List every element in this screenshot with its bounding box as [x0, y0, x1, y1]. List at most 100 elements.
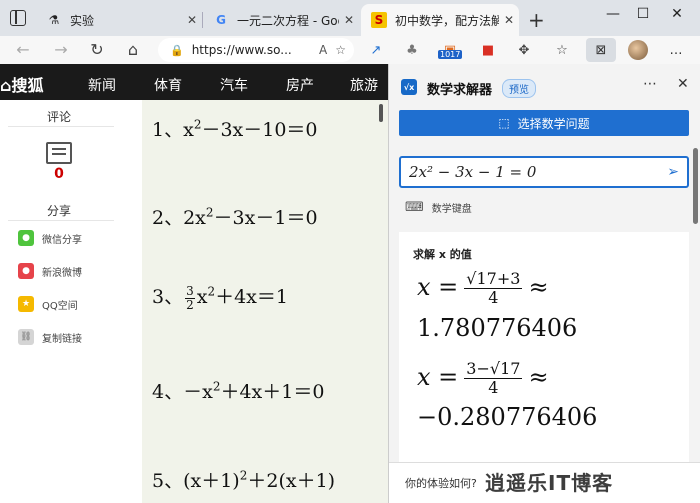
extension-red-icon[interactable]: ■ — [478, 40, 498, 60]
back-button[interactable]: ← — [12, 40, 34, 59]
more-options-icon[interactable]: ⋯ — [643, 76, 657, 92]
web-page: ⌂搜狐 新闻 体育 汽车 房产 旅游 评论 0 分享 ● 微信分享 ● 新浪微博… — [0, 64, 388, 503]
extension-chart-icon[interactable]: ↗ — [366, 40, 386, 60]
math-solver-logo-icon: √x — [401, 79, 417, 95]
flask-icon: ⚗ — [48, 13, 60, 27]
equation-exponent: 2 — [207, 284, 216, 299]
equation-1: 1、x2－3x－10＝0 — [152, 115, 318, 142]
weibo-icon: ● — [18, 263, 34, 279]
pane-scrollbar[interactable] — [693, 148, 698, 224]
sohu-nav-bar: ⌂搜狐 新闻 体育 汽车 房产 旅游 — [0, 64, 388, 100]
crop-select-icon: ⬚ — [498, 116, 510, 130]
tab-title: 初中数学，配方法解一元 — [395, 13, 499, 28]
equation-term: x — [183, 119, 194, 141]
sohu-icon: S — [371, 12, 387, 28]
address-bar[interactable]: 🔒 https://www.so... A ☆ — [158, 38, 354, 62]
divider — [8, 220, 114, 221]
close-icon[interactable]: ✕ — [677, 76, 689, 92]
select-button-label: 选择数学问题 — [517, 116, 590, 131]
extension-badge: 1017 — [438, 50, 463, 59]
solution-2-value: −0.280776406 — [417, 403, 598, 431]
equation-number: 3、 — [152, 286, 184, 308]
close-icon[interactable]: ✕ — [182, 13, 202, 27]
share-qzone[interactable]: ★ QQ空间 — [18, 296, 78, 312]
equation-term: －3x－10＝0 — [201, 119, 318, 141]
lock-icon[interactable]: 🔒 — [170, 44, 184, 57]
equation-3: 3、 3 2 x2＋4x＝1 — [152, 282, 288, 312]
keyboard-label: 数学键盘 — [431, 204, 472, 215]
more-menu-icon[interactable]: … — [666, 40, 686, 60]
solution-1-formula: x = √17+3 4 ≈ — [417, 269, 549, 307]
home-button[interactable]: ⌂ — [122, 40, 144, 59]
tab-sohu-active[interactable]: S 初中数学，配方法解一元 ✕ — [361, 4, 519, 36]
page-scrollbar[interactable] — [379, 104, 383, 122]
favorites-icon[interactable]: ☆ — [552, 40, 572, 60]
solution-1-numerator: √17+3 — [464, 269, 523, 289]
refresh-button[interactable]: ↻ — [86, 40, 108, 59]
nav-item-auto[interactable]: 汽车 — [220, 75, 248, 95]
extension-puzzle-gray-icon[interactable]: ♣ — [402, 40, 422, 60]
equation-number: 5、 — [152, 470, 184, 492]
address-toolbar: ← → ↻ ⌂ 🔒 https://www.so... A ☆ ↗ ♣ ▣ 10… — [0, 36, 700, 64]
keyboard-icon: ⌨ — [405, 200, 424, 215]
comment-label: 评论 — [46, 110, 71, 124]
tab-strip: ⚗ 实验 ✕ G 一元二次方程 - Google 搜 ✕ S 初中数学，配方法解… — [0, 0, 700, 36]
select-math-problem-button[interactable]: ⬚ 选择数学问题 — [399, 110, 689, 136]
equation-number: 2、 — [152, 207, 184, 229]
sohu-logo[interactable]: ⌂搜狐 — [0, 72, 43, 96]
feedback-text: 你的体验如何? — [405, 477, 477, 490]
feedback-bar: 你的体验如何? 逍遥乐IT博客 — [389, 462, 700, 503]
maximize-button[interactable]: ☐ — [628, 6, 658, 22]
share-wechat[interactable]: ● 微信分享 — [18, 230, 82, 246]
close-window-button[interactable]: ✕ — [662, 6, 692, 22]
add-favorite-icon[interactable]: ☆ — [335, 43, 346, 57]
fraction-denominator: 2 — [186, 297, 194, 312]
avatar[interactable] — [628, 40, 648, 60]
equation-number: 4、 — [152, 381, 184, 403]
new-tab-button[interactable]: + — [528, 8, 545, 32]
minimize-button[interactable]: — — [598, 6, 628, 22]
nav-item-news[interactable]: 新闻 — [88, 75, 116, 95]
share-item-label: 复制链接 — [42, 333, 82, 345]
solution-2-numerator: 3−√17 — [464, 359, 523, 379]
solution-1-denominator: 4 — [488, 288, 499, 307]
divider — [8, 126, 114, 127]
wechat-icon: ● — [18, 230, 34, 246]
tab-actions-icon[interactable] — [10, 10, 26, 26]
math-solver-icon[interactable]: ⊠ — [591, 40, 611, 60]
equation-term: x — [196, 286, 208, 308]
share-weibo[interactable]: ● 新浪微博 — [18, 263, 82, 279]
share-item-label: 新浪微博 — [42, 267, 82, 279]
comment-count[interactable]: 0 — [0, 166, 118, 182]
nav-item-house[interactable]: 房产 — [286, 75, 314, 95]
close-icon[interactable]: ✕ — [499, 13, 519, 27]
math-input-field[interactable]: 2x² − 3x − 1 = 0 ➢ — [399, 156, 689, 188]
equation-term: 2x — [183, 207, 206, 229]
equation-term: －3x－1＝0 — [213, 207, 318, 229]
read-aloud-icon[interactable]: A — [319, 43, 327, 57]
url-text: https://www.so... — [191, 43, 292, 57]
nav-item-sports[interactable]: 体育 — [154, 75, 182, 95]
share-copy-link[interactable]: ⛓ 复制链接 — [18, 329, 82, 345]
send-icon[interactable]: ➢ — [667, 164, 679, 180]
qzone-star-icon: ★ — [18, 296, 34, 312]
extensions-icon[interactable]: ✥ — [514, 40, 534, 60]
close-icon[interactable]: ✕ — [339, 13, 359, 27]
share-item-label: QQ空间 — [42, 300, 78, 312]
equation-exponent: 2 — [205, 205, 214, 220]
nav-item-travel[interactable]: 旅游 — [350, 75, 378, 95]
equation-term: (x＋1) — [183, 470, 240, 492]
math-keyboard-button[interactable]: ⌨ 数学键盘 — [405, 200, 472, 215]
preview-badge: 预览 — [502, 79, 536, 98]
tab-experiment[interactable]: ⚗ 实验 ✕ — [36, 4, 202, 36]
google-icon: G — [216, 13, 226, 27]
forward-button[interactable]: → — [50, 40, 72, 59]
tab-google[interactable]: G 一元二次方程 - Google 搜 ✕ — [203, 4, 359, 36]
comment-icon[interactable] — [46, 142, 72, 164]
solution-card: 求解 x 的值 x = √17+3 4 ≈ 1.780776406 x = 3−√17 4… — [399, 232, 689, 462]
math-solver-pane: √x 数学求解器 预览 ⋯ ✕ ⬚ 选择数学问题 2x² − 3x − 1 = … — [388, 64, 700, 503]
share-label: 分享 — [46, 204, 71, 218]
watermark: 逍遥乐IT博客 — [485, 471, 614, 495]
result-title: 求解 x 的值 — [413, 248, 472, 261]
equation-fraction: 32 — [185, 284, 195, 312]
